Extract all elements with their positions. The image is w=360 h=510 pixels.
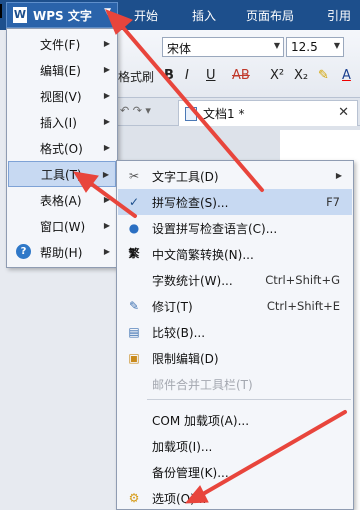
- bold-button[interactable]: B: [164, 64, 174, 86]
- chevron-right-icon: ▶: [103, 247, 110, 256]
- shortcut-label: Ctrl+Shift+G: [265, 273, 340, 287]
- shortcut-label: F7: [326, 195, 340, 209]
- text-tools-icon: ✂: [128, 169, 140, 183]
- chevron-right-icon: ▶: [103, 117, 110, 126]
- tab-insert[interactable]: 插入: [192, 7, 216, 24]
- chevron-right-icon: ▶: [103, 195, 110, 204]
- menu-item-window[interactable]: 窗口(W) ▶: [8, 213, 116, 239]
- submenu-item-label: 字数统计(W)...: [152, 273, 233, 288]
- text-cursor: [0, 4, 2, 18]
- submenu-item-track-changes[interactable]: ✎ 修订(T) Ctrl+Shift+E: [118, 293, 352, 319]
- menu-item-edit[interactable]: 编辑(E) ▶: [8, 57, 116, 83]
- chinese-convert-icon: 繁: [128, 247, 140, 260]
- chevron-right-icon: ▶: [103, 91, 110, 100]
- submenu-item-label: 修订(T): [152, 299, 193, 314]
- spellcheck-icon: ✓: [128, 195, 140, 209]
- menu-item-label: 插入(I): [40, 115, 77, 130]
- menu-item-tools[interactable]: 工具(T) ▶: [8, 161, 116, 187]
- format-painter-button[interactable]: 格式刷: [118, 68, 154, 85]
- font-name-value: 宋体: [167, 42, 192, 56]
- menu-item-help[interactable]: ? 帮助(H) ▶: [8, 239, 116, 265]
- font-color-icon[interactable]: A: [342, 64, 351, 86]
- wps-logo-icon: W: [13, 7, 27, 23]
- submenu-item-compare[interactable]: ▤ 比较(B)...: [118, 319, 352, 345]
- font-size-value: 12.5: [291, 40, 318, 54]
- submenu-item-label: 邮件合并工具栏(T): [152, 377, 253, 392]
- menu-item-label: 窗口(W): [40, 219, 86, 234]
- menu-separator: [147, 399, 351, 400]
- submenu-item-spellcheck-language[interactable]: ● 设置拼写检查语言(C)...: [118, 215, 352, 241]
- highlight-icon[interactable]: ✎: [318, 64, 329, 86]
- italic-button[interactable]: I: [185, 64, 189, 86]
- submenu-item-com-addins[interactable]: COM 加载项(A)...: [118, 407, 352, 433]
- tab-page-layout[interactable]: 页面布局: [246, 7, 294, 24]
- document-tab[interactable]: 文档1 * ✕: [178, 100, 358, 126]
- submenu-item-text-tools[interactable]: ✂ 文字工具(D) ▶: [118, 163, 352, 189]
- font-size-select[interactable]: 12.5 ▼: [286, 37, 344, 57]
- menu-item-label: 工具(T): [41, 167, 82, 182]
- menu-item-label: 编辑(E): [40, 63, 81, 78]
- submenu-item-restrict-editing[interactable]: ▣ 限制编辑(D): [118, 345, 352, 371]
- chevron-right-icon: ▶: [103, 65, 110, 74]
- track-changes-icon: ✎: [128, 299, 140, 313]
- restrict-edit-icon: ▣: [128, 351, 140, 365]
- menu-item-file[interactable]: 文件(F) ▶: [8, 31, 116, 57]
- close-icon[interactable]: ✕: [338, 105, 349, 120]
- underline-button[interactable]: U: [206, 64, 216, 86]
- submenu-item-label: 设置拼写检查语言(C)...: [152, 221, 278, 236]
- chevron-right-icon: ▶: [103, 39, 110, 48]
- menu-item-table[interactable]: 表格(A) ▶: [8, 187, 116, 213]
- options-gear-icon: ⚙: [128, 491, 140, 505]
- help-icon: ?: [16, 244, 31, 259]
- submenu-item-label: 备份管理(K)...: [152, 465, 229, 480]
- submenu-item-label: 限制编辑(D): [152, 351, 219, 366]
- chevron-right-icon: ▶: [103, 221, 110, 230]
- submenu-item-backup-management[interactable]: 备份管理(K)...: [118, 459, 352, 485]
- submenu-item-mail-merge-toolbar: 邮件合并工具栏(T): [118, 371, 352, 397]
- tab-references[interactable]: 引用: [327, 7, 351, 24]
- submenu-item-addins[interactable]: 加载项(I)...: [118, 433, 352, 459]
- menu-item-label: 表格(A): [40, 193, 82, 208]
- menu-item-format[interactable]: 格式(O) ▶: [8, 135, 116, 161]
- shortcut-label: Ctrl+Shift+E: [266, 299, 340, 313]
- tab-home[interactable]: 开始: [134, 7, 158, 24]
- document-tab-title: 文档1 *: [203, 107, 245, 121]
- menu-item-insert[interactable]: 插入(I) ▶: [8, 109, 116, 135]
- submenu-item-label: 加载项(I)...: [152, 439, 213, 454]
- superscript-button[interactable]: X²: [270, 64, 284, 86]
- language-icon: ●: [128, 221, 140, 235]
- submenu-item-spellcheck[interactable]: ✓ 拼写检查(S)... F7: [118, 189, 352, 215]
- chevron-down-icon: ▼: [104, 7, 111, 17]
- chevron-right-icon: ▶: [335, 171, 342, 180]
- menu-item-label: 视图(V): [40, 89, 82, 104]
- wps-main-menu: 文件(F) ▶ 编辑(E) ▶ 视图(V) ▶ 插入(I) ▶ 格式(O) ▶ …: [6, 28, 118, 268]
- submenu-item-label: 选项(O)...: [152, 491, 207, 506]
- chevron-right-icon: ▶: [103, 143, 110, 152]
- chevron-down-icon: ▼: [273, 41, 280, 50]
- compare-icon: ▤: [128, 325, 140, 339]
- document-icon: [185, 106, 197, 121]
- menu-item-view[interactable]: 视图(V) ▶: [8, 83, 116, 109]
- font-name-select[interactable]: 宋体 ▼: [162, 37, 284, 57]
- submenu-item-label: 文字工具(D): [152, 169, 219, 184]
- menu-item-label: 文件(F): [40, 37, 81, 52]
- title-bar: W WPS 文字 ▼ 开始 插入 页面布局 引用: [0, 0, 360, 30]
- chevron-right-icon: ▶: [102, 170, 109, 179]
- submenu-item-label: COM 加载项(A)...: [152, 413, 250, 428]
- subscript-button[interactable]: X₂: [294, 64, 308, 86]
- wps-menu-button[interactable]: W WPS 文字 ▼: [6, 2, 118, 28]
- menu-item-label: 格式(O): [40, 141, 83, 156]
- chevron-down-icon: ▼: [333, 41, 340, 50]
- submenu-item-options[interactable]: ⚙ 选项(O)...: [118, 485, 352, 510]
- submenu-item-label: 比较(B)...: [152, 325, 206, 340]
- undo-redo-icon[interactable]: ↶ ↷ ▾: [120, 104, 151, 117]
- submenu-item-word-count[interactable]: 字数统计(W)... Ctrl+Shift+G: [118, 267, 352, 293]
- wps-button-label: WPS 文字: [33, 8, 92, 23]
- tools-submenu: ✂ 文字工具(D) ▶ ✓ 拼写检查(S)... F7 ● 设置拼写检查语言(C…: [116, 160, 354, 510]
- submenu-item-label: 中文简繁转换(N)...: [152, 247, 254, 262]
- menu-item-label: 帮助(H): [40, 245, 83, 260]
- submenu-item-label: 拼写检查(S)...: [152, 195, 229, 210]
- strikethrough-button[interactable]: AB: [232, 64, 250, 86]
- submenu-item-chinese-conversion[interactable]: 繁 中文简繁转换(N)...: [118, 241, 352, 267]
